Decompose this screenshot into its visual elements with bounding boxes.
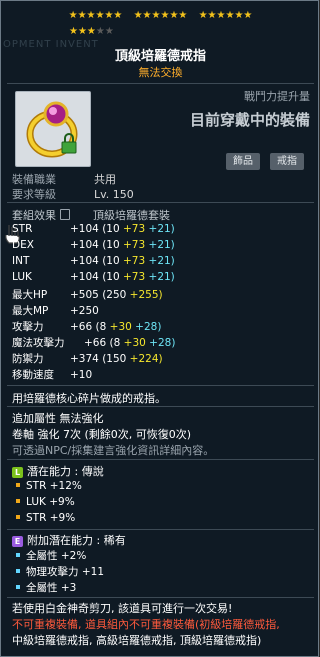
required-level-label: 要求等級 (12, 188, 56, 201)
potential-grade-icon: L (12, 467, 23, 478)
star-force-row-1: ★★★★★★ ★★★★★★ ★★★★★★ (1, 10, 318, 22)
category-tag: 飾品 (226, 153, 260, 170)
stat-row: 攻擊力 +66 (8 +30 +28) (12, 321, 162, 333)
set-effect-label: 套組效果 (12, 209, 56, 222)
ring-icon (26, 101, 78, 158)
combat-power-label: 戰鬥力提升量 (244, 90, 310, 103)
divider (7, 406, 314, 407)
item-icon-frame (15, 91, 91, 167)
item-tooltip: ★★★★★★ ★★★★★★ ★★★★★★ ★★★★★ OPMENT INVENT… (0, 0, 319, 657)
stat-row: STR +104 (10 +73 +21) (12, 223, 175, 235)
item-description: 用培羅德核心碎片做成的戒指。 (12, 392, 166, 405)
bonus-potential-line: 全屬性 +3 (12, 580, 76, 595)
scroll-info: 卷軸 強化 7次 (剩餘0次, 可恢復0次) (12, 428, 192, 441)
bullet-icon (16, 515, 20, 519)
divider (7, 202, 314, 203)
trade-status: 無法交換 (138, 66, 183, 79)
star-group: ★★★★★★ (133, 10, 188, 21)
potential-line: STR +9% (12, 512, 75, 524)
bonus-potential-line: 全屬性 +2% (12, 548, 86, 563)
stat-row: LUK +104 (10 +73 +21) (12, 271, 175, 283)
bullet-icon (16, 499, 20, 503)
bullet-icon (16, 569, 20, 573)
combat-power-value: 目前穿戴中的裝備 (189, 111, 310, 129)
stat-row: 移動速度 +10 (12, 369, 93, 381)
bullet-icon (16, 553, 20, 557)
stat-row: 防禦力 +374 (150 +224) (12, 353, 163, 365)
item-name: 頂級培羅德戒指 (114, 49, 206, 64)
scissors-notice: 若使用白金神奇剪刀, 該道具可進行一次交易! (12, 602, 233, 615)
set-effect-name[interactable]: 頂級培羅德套裝 (93, 209, 170, 222)
bonus-potential-line: 物理攻擊力 +11 (12, 564, 104, 579)
star-filled: ★★★ (69, 26, 96, 37)
divider (7, 459, 314, 460)
required-job: 裝備職業 共用 (12, 171, 116, 187)
star-group: ★★★★★★ (68, 10, 123, 21)
required-job-value: 共用 (94, 173, 116, 186)
bonus-potential-header: E 附加潛在能力 : 稀有 (12, 532, 126, 548)
divider (7, 385, 314, 386)
stat-row: 最大MP +250 (12, 305, 99, 317)
bonus-potential-title: 附加潛在能力 : 稀有 (27, 534, 126, 547)
stat-row: 魔法攻擊力 +66 (8 +30 +28) (12, 337, 176, 349)
star-empty: ★★ (95, 26, 114, 37)
bullet-icon (16, 483, 20, 487)
required-job-label: 裝備職業 (12, 173, 56, 186)
unique-equip-warning: 不可重複裝備, 道具組內不可重複裝備(初級培羅德戒指, (12, 618, 280, 631)
lock-icon (60, 209, 70, 220)
upgrade-info: 追加屬性 無法強化 (12, 412, 104, 425)
potential-line: STR +12% (12, 480, 82, 492)
stat-row: DEX +104 (10 +73 +21) (12, 239, 175, 251)
potential-line: LUK +9% (12, 496, 75, 508)
category-tag: 戒指 (270, 153, 304, 170)
unique-equip-list: 中級培羅德戒指, 高級培羅德戒指, 頂級培羅德戒指) (12, 634, 262, 647)
bullet-icon (16, 585, 20, 589)
stat-row: 最大HP +505 (250 +255) (12, 289, 163, 301)
potential-header: L 潛在能力 : 傳說 (12, 463, 104, 479)
npc-hint: 可透過NPC/採集建言強化資訊詳細內容。 (12, 444, 215, 457)
divider (7, 529, 314, 530)
stat-row: INT +104 (10 +73 +21) (12, 255, 175, 267)
divider (7, 83, 314, 84)
required-level-value: Lv. 150 (94, 188, 134, 201)
potential-title: 潛在能力 : 傳說 (27, 465, 104, 478)
star-force-row-2: ★★★★★ (69, 26, 114, 38)
star-group: ★★★★★★ (198, 10, 253, 21)
required-level: 要求等級 Lv. 150 (12, 186, 134, 202)
divider (7, 597, 314, 598)
bonus-potential-grade-icon: E (12, 536, 23, 547)
set-effect: 套組效果 頂級培羅德套裝 (12, 207, 170, 223)
